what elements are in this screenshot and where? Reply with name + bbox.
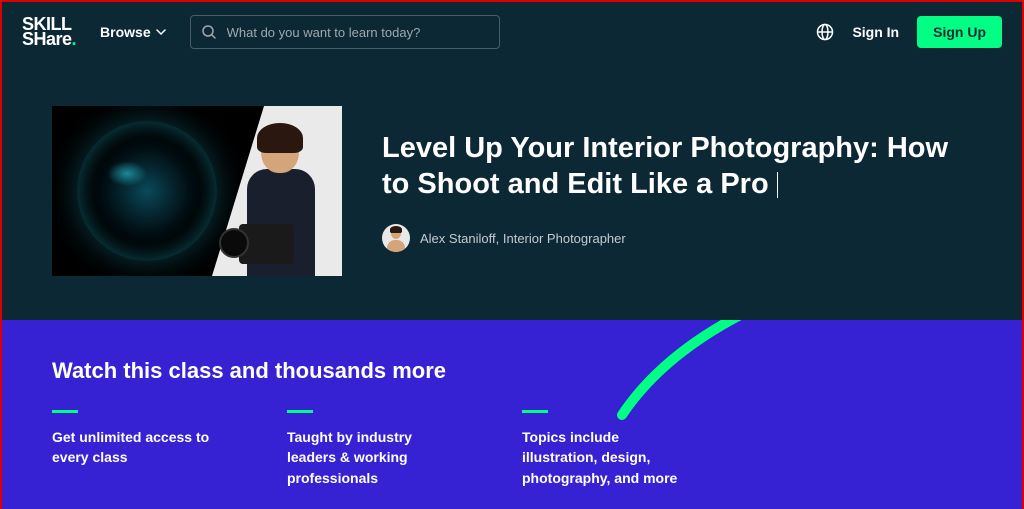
feature-item: Get unlimited access to every class	[52, 410, 227, 488]
site-header: SKILL SHare. Browse Sign In Sign Up	[2, 2, 1022, 62]
class-thumbnail[interactable]	[52, 106, 342, 276]
thumbnail-person	[229, 121, 334, 276]
sign-in-link[interactable]: Sign In	[852, 24, 899, 40]
features-section: Watch this class and thousands more Get …	[2, 320, 1022, 509]
globe-icon[interactable]	[816, 23, 834, 41]
cursor-icon	[777, 172, 778, 198]
browse-label: Browse	[100, 24, 151, 40]
class-title: Level Up Your Interior Photography: How …	[382, 130, 972, 203]
thumbnail-lens-graphic	[77, 121, 217, 261]
search-icon	[201, 24, 217, 40]
features-grid: Get unlimited access to every class Taug…	[52, 410, 972, 488]
instructor-row[interactable]: Alex Staniloff, Interior Photographer	[382, 224, 972, 252]
logo[interactable]: SKILL SHare.	[22, 17, 76, 48]
hero-section: Level Up Your Interior Photography: How …	[2, 62, 1022, 320]
feature-text: Taught by industry leaders & working pro…	[287, 427, 462, 488]
feature-text: Get unlimited access to every class	[52, 427, 227, 468]
browse-menu[interactable]: Browse	[100, 24, 166, 40]
instructor-name: Alex Staniloff, Interior Photographer	[420, 231, 626, 246]
accent-line	[52, 410, 78, 413]
search-input[interactable]	[227, 25, 489, 40]
feature-item: Taught by industry leaders & working pro…	[287, 410, 462, 488]
accent-line	[287, 410, 313, 413]
logo-line-2: SHare.	[22, 32, 76, 47]
header-right: Sign In Sign Up	[816, 16, 1002, 48]
instructor-avatar	[382, 224, 410, 252]
features-title: Watch this class and thousands more	[52, 358, 972, 384]
chevron-down-icon	[156, 29, 166, 35]
feature-text: Topics include illustration, design, pho…	[522, 427, 697, 488]
feature-item: Topics include illustration, design, pho…	[522, 410, 697, 488]
sign-up-button[interactable]: Sign Up	[917, 16, 1002, 48]
accent-line	[522, 410, 548, 413]
hero-content: Level Up Your Interior Photography: How …	[382, 130, 972, 253]
search-box[interactable]	[190, 15, 500, 49]
